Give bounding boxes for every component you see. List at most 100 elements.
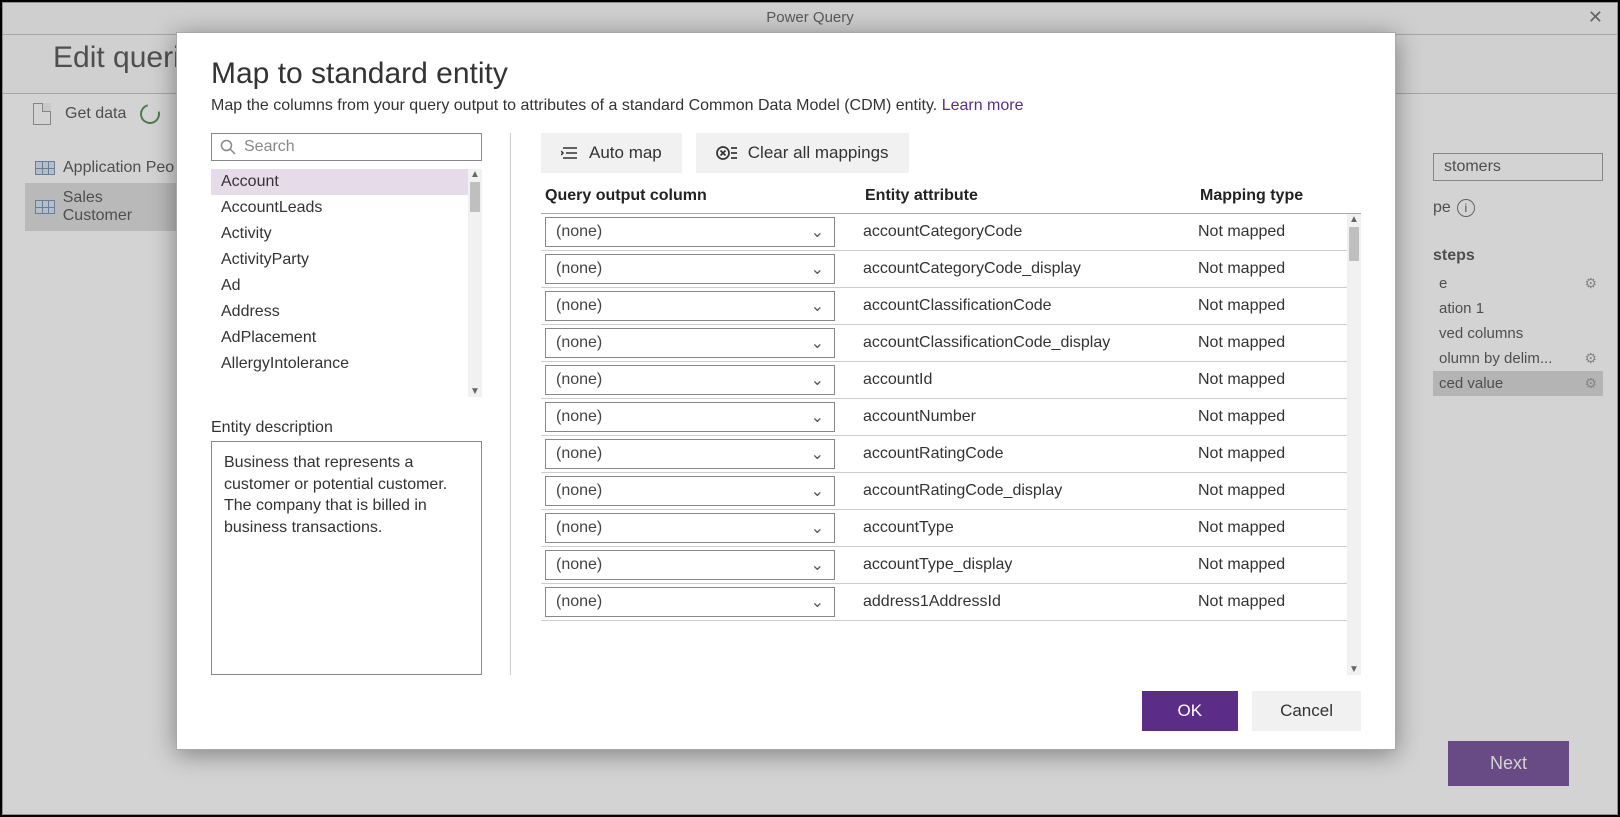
query-column-dropdown[interactable]: (none)⌄ bbox=[545, 402, 835, 432]
scroll-up-icon[interactable]: ▲ bbox=[470, 169, 480, 180]
mapping-row: (none)⌄accountCategoryCode_displayNot ma… bbox=[541, 251, 1347, 288]
applied-step[interactable]: olumn by delim...⚙ bbox=[1433, 346, 1603, 371]
query-label: Sales Customer bbox=[63, 189, 175, 225]
entity-attribute: accountType bbox=[863, 519, 1198, 537]
entity-list-item[interactable]: Activity bbox=[211, 221, 468, 247]
titlebar: Power Query ✕ bbox=[3, 3, 1617, 35]
query-item[interactable]: Application Peo bbox=[25, 153, 185, 183]
info-icon[interactable]: i bbox=[1457, 199, 1475, 217]
entity-list-item[interactable]: AccountLeads bbox=[211, 195, 468, 221]
entity-list-item[interactable]: Ad bbox=[211, 273, 468, 299]
entity-list-item[interactable]: Address bbox=[211, 299, 468, 325]
entity-scrollbar[interactable]: ▲ ▼ bbox=[468, 169, 482, 397]
scroll-down-icon[interactable]: ▼ bbox=[1349, 664, 1359, 675]
chevron-down-icon: ⌄ bbox=[811, 444, 824, 464]
entity-attribute: accountClassificationCode_display bbox=[863, 334, 1198, 352]
settings-pane: stomers pe i steps e⚙ation 1ved columnso… bbox=[1433, 153, 1603, 396]
applied-step[interactable]: ved columns bbox=[1433, 321, 1603, 346]
col-header-query: Query output column bbox=[545, 187, 865, 205]
clear-mappings-icon bbox=[716, 144, 738, 162]
mapping-type: Not mapped bbox=[1198, 371, 1285, 389]
search-icon bbox=[220, 139, 236, 155]
query-label: Application Peo bbox=[63, 159, 174, 177]
applied-step[interactable]: ation 1 bbox=[1433, 296, 1603, 321]
entity-attribute: accountType_display bbox=[863, 556, 1198, 574]
col-header-entity: Entity attribute bbox=[865, 187, 1200, 205]
bg-toolbar: Get data bbox=[33, 103, 160, 125]
query-column-dropdown[interactable]: (none)⌄ bbox=[545, 439, 835, 469]
scroll-down-icon[interactable]: ▼ bbox=[470, 386, 480, 397]
scroll-up-icon[interactable]: ▲ bbox=[1349, 214, 1359, 225]
dialog-title: Map to standard entity bbox=[211, 57, 1361, 91]
search-input[interactable]: Search bbox=[211, 133, 482, 161]
mapping-row: (none)⌄accountTypeNot mapped bbox=[541, 510, 1347, 547]
chevron-down-icon: ⌄ bbox=[811, 259, 824, 279]
auto-map-button[interactable]: Auto map bbox=[541, 133, 682, 173]
query-column-dropdown[interactable]: (none)⌄ bbox=[545, 587, 835, 617]
next-button[interactable]: Next bbox=[1448, 741, 1569, 786]
chevron-down-icon: ⌄ bbox=[811, 407, 824, 427]
query-column-dropdown[interactable]: (none)⌄ bbox=[545, 365, 835, 395]
table-icon bbox=[35, 161, 55, 175]
entity-list-item[interactable]: AdPlacement bbox=[211, 325, 468, 351]
entity-attribute: accountId bbox=[863, 371, 1198, 389]
queries-pane: Application Peo Sales Customer bbox=[25, 153, 185, 231]
learn-more-link[interactable]: Learn more bbox=[942, 97, 1024, 114]
entity-list-item[interactable]: AllergyIntolerance bbox=[211, 351, 468, 377]
query-item[interactable]: Sales Customer bbox=[25, 183, 185, 231]
entity-attribute: accountNumber bbox=[863, 408, 1198, 426]
mapping-row: (none)⌄ address1AddressIdNot mapped bbox=[541, 584, 1347, 621]
applied-step[interactable]: e⚙ bbox=[1433, 271, 1603, 296]
query-column-dropdown[interactable]: (none)⌄ bbox=[545, 217, 835, 247]
search-placeholder: Search bbox=[244, 138, 295, 156]
clear-mappings-button[interactable]: Clear all mappings bbox=[696, 133, 909, 173]
entity-attribute: accountRatingCode_display bbox=[863, 482, 1198, 500]
entity-attribute: accountRatingCode bbox=[863, 445, 1198, 463]
mapping-row: (none)⌄ accountNumberNot mapped bbox=[541, 399, 1347, 436]
gear-icon[interactable]: ⚙ bbox=[1584, 275, 1597, 292]
query-column-dropdown[interactable]: (none)⌄ bbox=[545, 291, 835, 321]
chevron-down-icon: ⌄ bbox=[811, 222, 824, 242]
refresh-icon[interactable] bbox=[137, 100, 164, 127]
name-field[interactable]: stomers bbox=[1433, 153, 1603, 181]
entity-list-item[interactable]: Account bbox=[211, 169, 468, 195]
cancel-button[interactable]: Cancel bbox=[1252, 691, 1361, 731]
chevron-down-icon: ⌄ bbox=[811, 481, 824, 501]
scroll-thumb[interactable] bbox=[1349, 227, 1359, 261]
scroll-thumb[interactable] bbox=[470, 182, 480, 212]
grid-scrollbar[interactable]: ▲ ▼ bbox=[1347, 214, 1361, 675]
document-icon bbox=[33, 103, 51, 125]
entity-attribute: address1AddressId bbox=[863, 593, 1198, 611]
mapping-type: Not mapped bbox=[1198, 408, 1285, 426]
mapping-row: (none)⌄accountRatingCodeNot mapped bbox=[541, 436, 1347, 473]
applied-step[interactable]: ced value⚙ bbox=[1433, 371, 1603, 396]
get-data-button[interactable]: Get data bbox=[65, 105, 126, 123]
chevron-down-icon: ⌄ bbox=[811, 555, 824, 575]
mapping-type: Not mapped bbox=[1198, 556, 1285, 574]
query-column-dropdown[interactable]: (none)⌄ bbox=[545, 513, 835, 543]
gear-icon[interactable]: ⚙ bbox=[1584, 375, 1597, 392]
query-column-dropdown[interactable]: (none)⌄ bbox=[545, 328, 835, 358]
chevron-down-icon: ⌄ bbox=[811, 518, 824, 538]
entity-list-item[interactable]: ActivityParty bbox=[211, 247, 468, 273]
map-entity-dialog: Map to standard entity Map the columns f… bbox=[176, 32, 1396, 750]
close-icon[interactable]: ✕ bbox=[1588, 7, 1603, 28]
mapping-row: (none)⌄ accountClassificationCode_display… bbox=[541, 325, 1347, 362]
steps-label: steps bbox=[1433, 247, 1603, 265]
query-column-dropdown[interactable]: (none)⌄ bbox=[545, 550, 835, 580]
entity-description-label: Entity description bbox=[211, 419, 482, 437]
mapping-row: (none)⌄ accountIdNot mapped bbox=[541, 362, 1347, 399]
ok-button[interactable]: OK bbox=[1142, 691, 1239, 731]
window-title: Power Query bbox=[766, 9, 854, 26]
query-column-dropdown[interactable]: (none)⌄ bbox=[545, 476, 835, 506]
query-column-dropdown[interactable]: (none)⌄ bbox=[545, 254, 835, 284]
gear-icon[interactable]: ⚙ bbox=[1584, 350, 1597, 367]
chevron-down-icon: ⌄ bbox=[811, 370, 824, 390]
entity-attribute: accountClassificationCode bbox=[863, 297, 1198, 315]
chevron-down-icon: ⌄ bbox=[811, 333, 824, 353]
mapping-type: Not mapped bbox=[1198, 334, 1285, 352]
mapping-row: (none)⌄accountClassificationCodeNot mapp… bbox=[541, 288, 1347, 325]
mapping-type: Not mapped bbox=[1198, 593, 1285, 611]
mapping-grid: (none)⌄accountCategoryCodeNot mapped(non… bbox=[541, 214, 1361, 675]
mapping-row: (none)⌄accountCategoryCodeNot mapped bbox=[541, 214, 1347, 251]
